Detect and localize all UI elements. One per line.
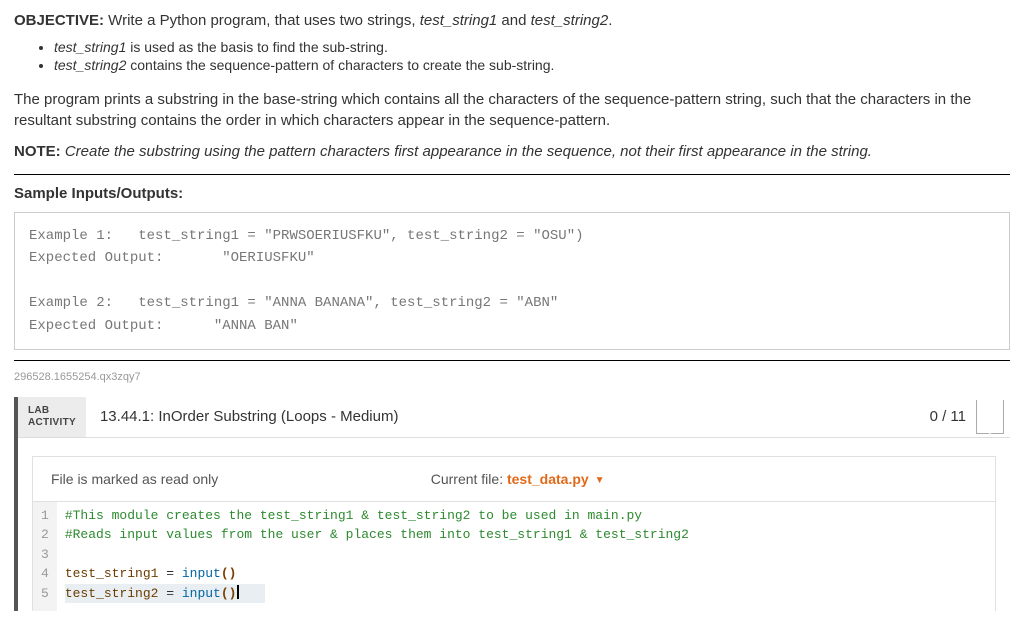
bullet2-text: contains the sequence-pattern of charact… bbox=[126, 57, 554, 73]
sample-io-heading: Sample Inputs/Outputs: bbox=[14, 185, 1010, 202]
current-file-label: Current file: bbox=[431, 471, 507, 487]
file-panel: File is marked as read only Current file… bbox=[32, 456, 996, 612]
bullet1-var: test_string1 bbox=[54, 39, 126, 55]
code-comment: #This module creates the test_string1 & … bbox=[65, 508, 642, 523]
code-comment: #Reads input values from the user & plac… bbox=[65, 527, 689, 542]
objective-bullet-list: test_string1 is used as the basis to fin… bbox=[14, 39, 1010, 73]
lab-badge-line2: ACTIVITY bbox=[28, 417, 76, 429]
objective-label: OBJECTIVE: bbox=[14, 12, 104, 29]
code-operator: = bbox=[158, 566, 181, 581]
code-line: #Reads input values from the user & plac… bbox=[65, 525, 987, 545]
chevron-down-icon: ▼ bbox=[595, 475, 605, 486]
current-file-name: test_data.py bbox=[507, 471, 589, 487]
code-paren: ) bbox=[229, 586, 237, 601]
code-function: input bbox=[182, 566, 221, 581]
horizontal-rule bbox=[14, 174, 1010, 175]
code-content: #This module creates the test_string1 & … bbox=[57, 502, 995, 612]
lab-badge-line1: LAB bbox=[28, 405, 76, 417]
objective-text-before: Write a Python program, that uses two st… bbox=[104, 12, 420, 29]
note-text: Create the substring using the pattern c… bbox=[61, 143, 872, 160]
score-ribbon-icon bbox=[976, 400, 1004, 434]
line-number-gutter: 1 2 3 4 5 bbox=[33, 502, 57, 612]
code-paren: ) bbox=[229, 566, 237, 581]
activity-title: 13.44.1: InOrder Substring (Loops - Medi… bbox=[86, 397, 930, 437]
objective-var1: test_string1 bbox=[420, 12, 498, 29]
line-number: 4 bbox=[41, 564, 49, 584]
bullet2-var: test_string2 bbox=[54, 57, 126, 73]
code-function: input bbox=[182, 586, 221, 601]
description-paragraph: The program prints a substring in the ba… bbox=[14, 89, 1010, 131]
line-number: 1 bbox=[41, 506, 49, 526]
quiz-identifier: 296528.1655254.qx3zqy7 bbox=[14, 371, 1010, 383]
objective-line: OBJECTIVE: Write a Python program, that … bbox=[14, 12, 1010, 29]
note-label: NOTE: bbox=[14, 143, 61, 160]
code-operator: = bbox=[158, 586, 181, 601]
list-item: test_string2 contains the sequence-patte… bbox=[54, 57, 1010, 73]
score-box: 0 / 11 bbox=[930, 397, 1010, 437]
objective-text-mid: and bbox=[497, 12, 530, 29]
code-line-active: test_string2 = input() bbox=[65, 584, 265, 604]
line-number: 5 bbox=[41, 584, 49, 604]
file-toolbar: File is marked as read only Current file… bbox=[33, 457, 995, 501]
text-cursor bbox=[237, 585, 239, 599]
score-text: 0 / 11 bbox=[930, 408, 966, 425]
objective-var2: test_string2 bbox=[531, 12, 609, 29]
file-readonly-label: File is marked as read only bbox=[51, 471, 218, 487]
objective-text-end: . bbox=[608, 12, 612, 29]
line-number: 3 bbox=[41, 545, 49, 565]
code-paren: ( bbox=[221, 566, 229, 581]
note-line: NOTE: Create the substring using the pat… bbox=[14, 143, 1010, 160]
activity-header: LAB ACTIVITY 13.44.1: InOrder Substring … bbox=[18, 397, 1010, 438]
line-number: 2 bbox=[41, 525, 49, 545]
lab-activity-block: LAB ACTIVITY 13.44.1: InOrder Substring … bbox=[14, 397, 1010, 612]
code-line bbox=[65, 545, 987, 565]
current-file-selector[interactable]: Current file: test_data.py ▼ bbox=[218, 471, 817, 487]
code-identifier: test_string2 bbox=[65, 586, 159, 601]
bullet1-text: is used as the basis to find the sub-str… bbox=[126, 39, 387, 55]
list-item: test_string1 is used as the basis to fin… bbox=[54, 39, 1010, 55]
example-code-box: Example 1: test_string1 = "PRWSOERIUSFKU… bbox=[14, 212, 1010, 350]
code-line: test_string1 = input() bbox=[65, 564, 987, 584]
lab-activity-badge: LAB ACTIVITY bbox=[18, 397, 86, 437]
code-editor[interactable]: 1 2 3 4 5 #This module creates the test_… bbox=[33, 501, 995, 612]
code-paren: ( bbox=[221, 586, 229, 601]
code-identifier: test_string1 bbox=[65, 566, 159, 581]
horizontal-rule bbox=[14, 360, 1010, 361]
code-line: #This module creates the test_string1 & … bbox=[65, 506, 987, 526]
